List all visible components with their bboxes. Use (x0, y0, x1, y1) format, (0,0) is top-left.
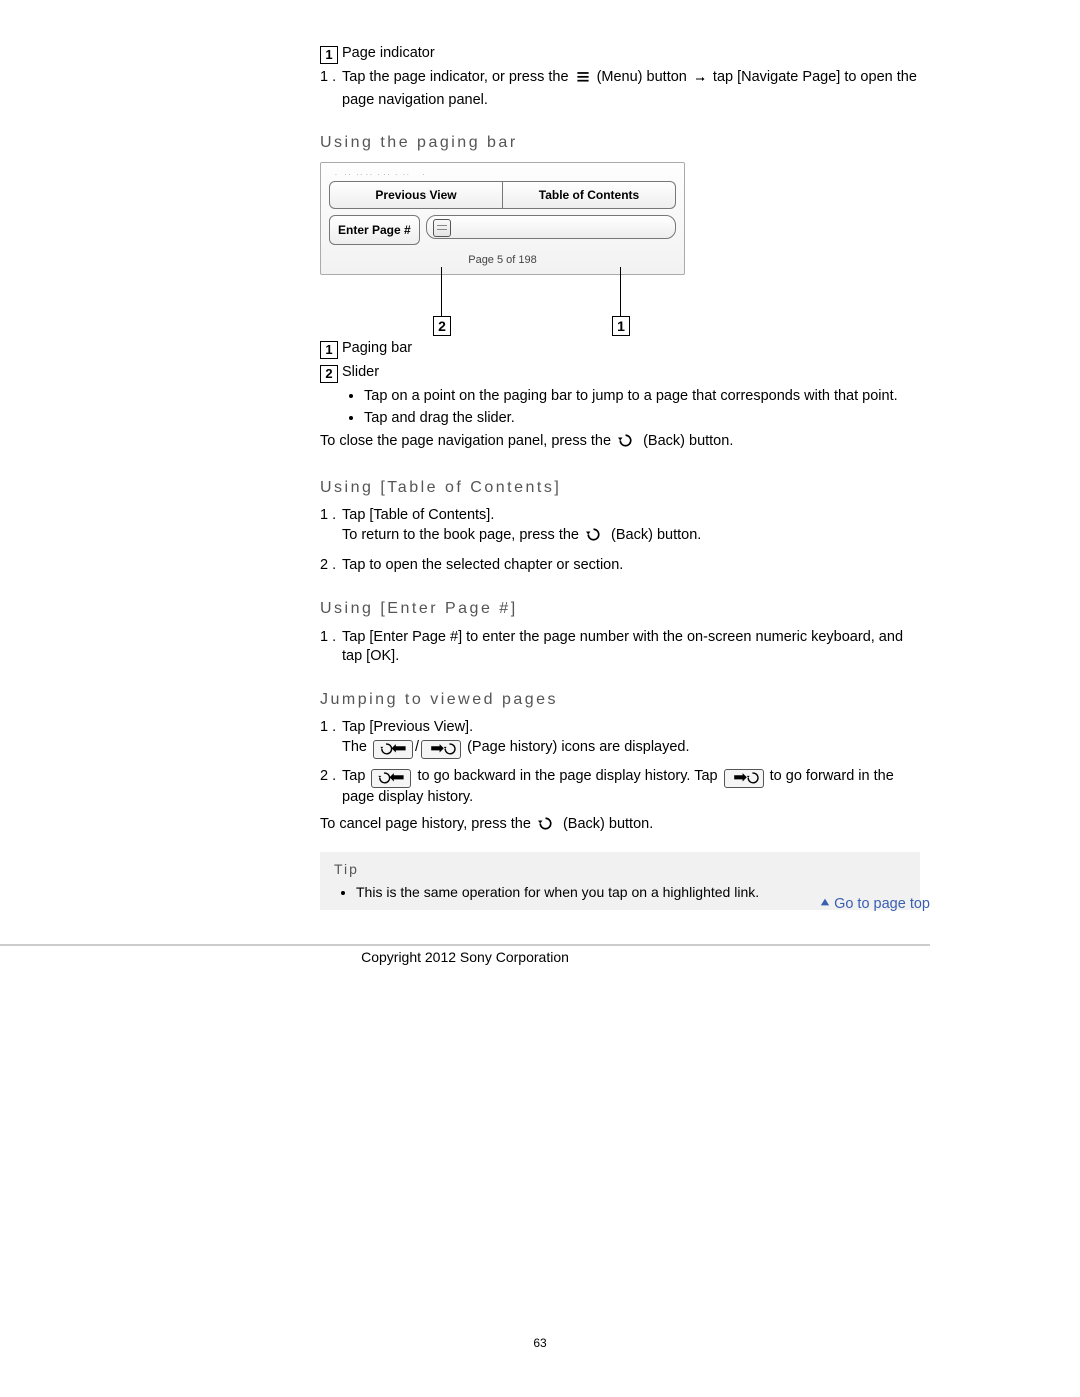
toc-step-2-text: Tap to open the selected chapter or sect… (342, 557, 623, 573)
back-icon (585, 527, 605, 549)
back-icon (537, 816, 557, 838)
paging-bar-slider-thumb[interactable] (433, 219, 451, 237)
footer-divider (0, 944, 930, 946)
nav-step-1-b: (Menu) button (597, 69, 691, 85)
heading-toc: Using [Table of Contents] (320, 477, 920, 499)
jump-step-2b: to go backward in the page display histo… (417, 768, 721, 784)
cancel-history-text: To cancel page history, press the (Back)… (320, 815, 920, 838)
paging-bar-diagram: . . . . . . . . . . . . . . Previous Vie… (320, 162, 685, 331)
page-counter-text: Page 5 of 198 (329, 249, 676, 270)
close-nav-b: (Back) button. (643, 433, 733, 449)
callout-1-box-b: 1 (320, 341, 338, 359)
enter-page-button[interactable]: Enter Page # (329, 215, 420, 245)
close-nav-text: To close the page navigation panel, pres… (320, 432, 920, 455)
go-to-page-top-link[interactable]: Go to page top (820, 894, 930, 915)
paging-bar-slider-track[interactable] (426, 215, 676, 239)
toc-step-1b-post: (Back) button. (611, 527, 701, 543)
heading-jump: Jumping to viewed pages (320, 689, 920, 711)
jump-cancel-b: (Back) button. (563, 816, 653, 832)
menu-icon (575, 70, 591, 91)
legend-slider: 2Slider (320, 363, 920, 383)
jump-step-1: 1 . Tap [Previous View]. The / (Page his… (320, 718, 920, 759)
heading-enter-page: Using [Enter Page #] (320, 598, 920, 620)
nav-step-1-a: Tap the page indicator, or press the (342, 69, 573, 85)
callout-2-box: 2 (320, 365, 338, 383)
jump-step-2: 2 . Tap to go backward in the page displ… (320, 767, 920, 808)
toc-step-1a: Tap [Table of Contents]. (342, 507, 494, 523)
enter-step-1: 1 . Tap [Enter Page #] to enter the page… (320, 628, 920, 667)
diagram-callout-1: 1 (612, 316, 630, 336)
heading-paging-bar: Using the paging bar (320, 132, 920, 154)
jump-step-1a: Tap [Previous View]. (342, 719, 473, 735)
jump-step-1b-post: (Page history) icons are displayed. (467, 739, 689, 755)
triangle-up-icon (820, 894, 830, 914)
nav-step-1: 1 . Tap the page indicator, or press the… (320, 68, 920, 110)
copyright-text: Copyright 2012 Sony Corporation (0, 948, 930, 967)
close-nav-a: To close the page navigation panel, pres… (320, 433, 615, 449)
diagram-callout-2: 2 (433, 316, 451, 336)
jump-step-1b-pre: The (342, 739, 371, 755)
toc-step-2: 2 . Tap to open the selected chapter or … (320, 556, 920, 576)
history-back-icon (373, 740, 413, 759)
tab-previous-view[interactable]: Previous View (329, 181, 503, 209)
legend-1b-text: Paging bar (342, 340, 412, 356)
legend-page-indicator: 1Page indicator (320, 44, 920, 64)
toc-step-1: 1 . Tap [Table of Contents]. To return t… (320, 506, 920, 548)
go-to-page-top-text: Go to page top (834, 896, 930, 912)
enter-step-1-text: Tap [Enter Page #] to enter the page num… (342, 629, 903, 665)
leader-line-1 (620, 267, 621, 317)
tip-title: Tip (334, 860, 910, 879)
jump-cancel-a: To cancel page history, press the (320, 816, 535, 832)
tab-table-of-contents[interactable]: Table of Contents (503, 181, 676, 209)
history-forward-icon (421, 740, 461, 759)
paging-bullet-a: Tap on a point on the paging bar to jump… (364, 387, 920, 407)
legend-paging-bar: 1Paging bar (320, 339, 920, 359)
paging-bullet-b: Tap and drag the slider. (364, 409, 920, 429)
leader-line-2 (441, 267, 442, 317)
jump-step-2a: Tap (342, 768, 369, 784)
callout-1-box: 1 (320, 46, 338, 64)
page-number: 63 (0, 1335, 1080, 1351)
history-forward-icon (724, 769, 764, 788)
history-back-icon (371, 769, 411, 788)
arrow-right-icon (693, 71, 707, 91)
toc-step-1b-pre: To return to the book page, press the (342, 527, 583, 543)
legend-2-text: Slider (342, 364, 379, 380)
back-icon (617, 433, 637, 455)
legend-1-text: Page indicator (342, 45, 435, 61)
